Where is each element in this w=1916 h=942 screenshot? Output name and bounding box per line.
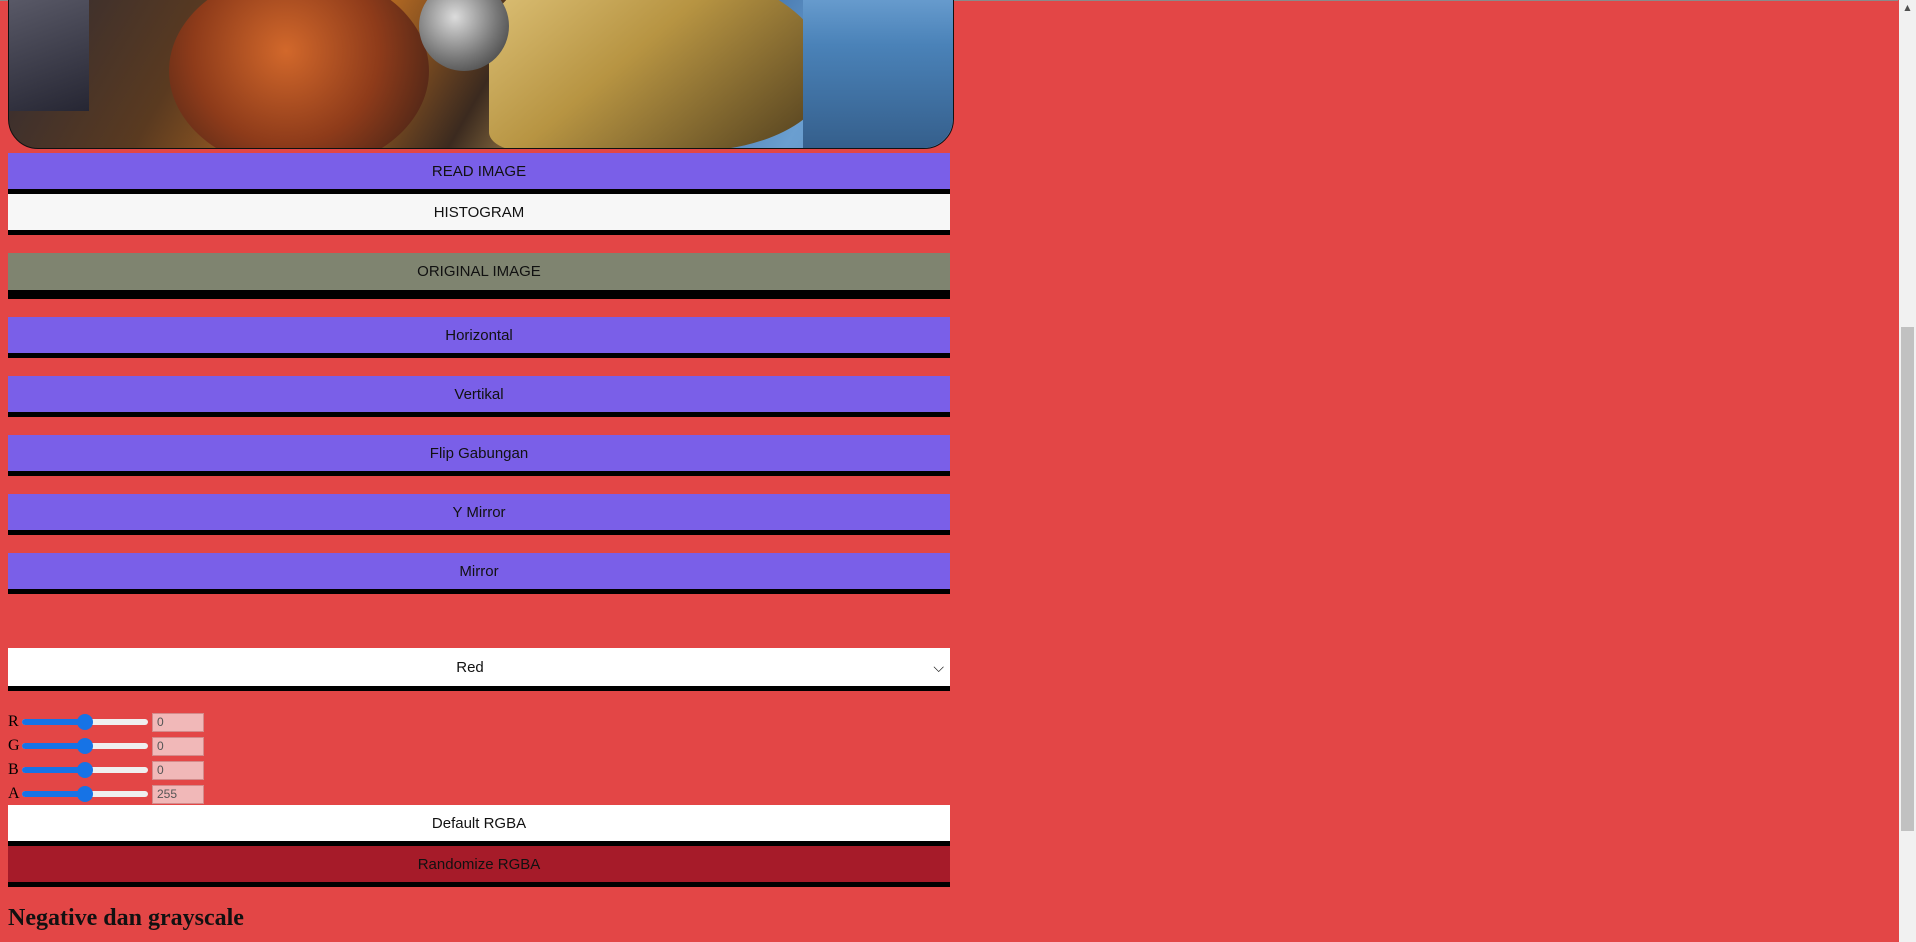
slider-b-thumb[interactable] [77, 762, 93, 778]
slider-row-r: R 0 [8, 711, 308, 733]
default-rgba-button[interactable]: Default RGBA [8, 805, 950, 846]
preview-image [8, 0, 954, 149]
value-field-r[interactable]: 0 [152, 712, 204, 732]
color-channel-select[interactable]: Red ⌵ [8, 648, 950, 691]
original-image-button[interactable]: ORIGINAL IMAGE [8, 253, 950, 299]
horizontal-flip-button[interactable]: Horizontal [8, 317, 950, 358]
slider-r-fill [22, 719, 85, 725]
slider-a-fill [22, 791, 85, 797]
read-image-button[interactable]: READ IMAGE [8, 153, 950, 194]
negative-grayscale-heading: Negative dan grayscale [8, 905, 244, 931]
slider-label-g: G [8, 737, 20, 754]
y-mirror-button[interactable]: Y Mirror [8, 494, 950, 535]
mirror-button[interactable]: Mirror [8, 553, 950, 594]
slider-g-fill [22, 743, 85, 749]
slider-r[interactable] [22, 714, 148, 730]
image-astronaut-suit [169, 0, 429, 148]
scroll-up-arrow-icon[interactable]: ▲ [1899, 0, 1916, 14]
vertical-scrollbar[interactable]: ▲ [1899, 0, 1916, 942]
image-earth [803, 0, 953, 148]
slider-r-thumb[interactable] [77, 714, 93, 730]
slider-label-b: B [8, 761, 19, 778]
slider-row-a: A 255 [8, 783, 308, 805]
scrollbar-thumb[interactable] [1901, 327, 1914, 831]
slider-g[interactable] [22, 738, 148, 754]
slider-a[interactable] [22, 786, 148, 802]
slider-b-fill [22, 767, 85, 773]
value-field-b[interactable]: 0 [152, 760, 204, 780]
vertical-flip-button[interactable]: Vertikal [8, 376, 950, 417]
color-channel-select-value: Red [456, 658, 484, 676]
randomize-rgba-button[interactable]: Randomize RGBA [8, 846, 950, 887]
slider-label-a: A [8, 785, 20, 802]
slider-a-thumb[interactable] [77, 786, 93, 802]
slider-g-thumb[interactable] [77, 738, 93, 754]
slider-b[interactable] [22, 762, 148, 778]
flip-gabungan-button[interactable]: Flip Gabungan [8, 435, 950, 476]
value-field-a[interactable]: 255 [152, 784, 204, 804]
slider-label-r: R [8, 713, 19, 730]
chevron-down-icon: ⌵ [933, 660, 944, 676]
value-field-g[interactable]: 0 [152, 736, 204, 756]
histogram-button[interactable]: HISTOGRAM [8, 194, 950, 235]
image-debris [9, 0, 89, 111]
image-astronaut-arm [489, 0, 829, 148]
slider-row-b: B 0 [8, 759, 308, 781]
slider-row-g: G 0 [8, 735, 308, 757]
